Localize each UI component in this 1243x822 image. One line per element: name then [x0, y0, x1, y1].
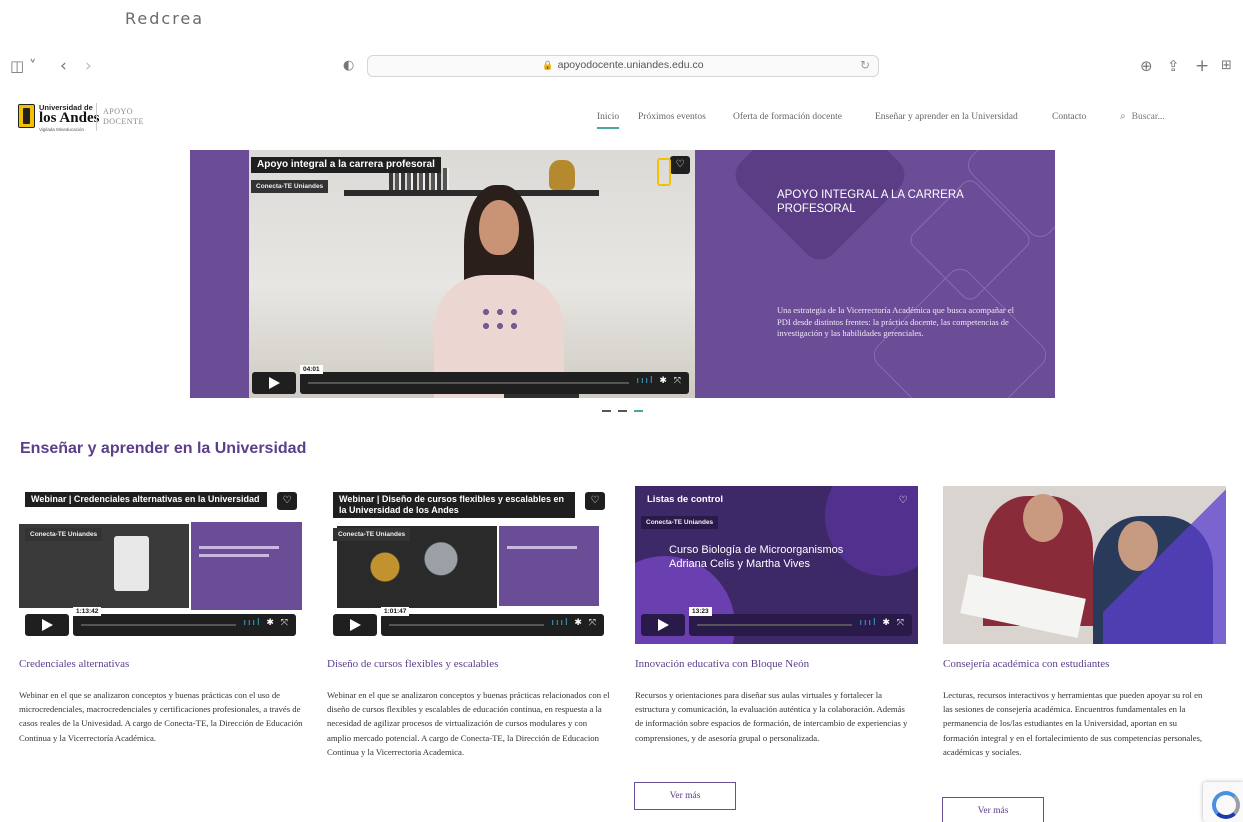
fullscreen-icon: ⤧: [280, 618, 290, 628]
url-text: apoyodocente.uniandes.edu.co: [557, 59, 704, 71]
tab-grid-icon[interactable]: ⊞: [1221, 56, 1232, 76]
plus-icon[interactable]: +: [1195, 56, 1209, 76]
chevron-left-icon[interactable]: ‹: [60, 56, 67, 76]
logo-separator: [96, 103, 97, 131]
card-2-title[interactable]: Diseño de cursos flexibles y escalables: [327, 658, 498, 670]
card-3-body: Recursos y orientaciones para diseñar su…: [635, 690, 908, 743]
card-2-video-title[interactable]: Webinar | Diseño de cursos flexibles y e…: [333, 492, 575, 518]
heart-icon[interactable]: ♡: [277, 492, 297, 510]
hero-video-controls: ıııl ✱ ⤧ 04:01: [252, 365, 689, 394]
nav-inicio[interactable]: Inicio: [597, 112, 620, 129]
uniandes-logo-icon: [18, 104, 35, 128]
carousel-dot-2[interactable]: [618, 410, 627, 412]
card-video-diseno-cursos[interactable]: Webinar | Diseño de cursos flexibles y e…: [327, 486, 610, 644]
hero-video-channel[interactable]: Conecta-TE Uniandes: [251, 180, 329, 193]
chevron-right-icon[interactable]: ›: [85, 56, 92, 76]
settings-icon: ✱: [659, 376, 669, 386]
card-4-body: Lecturas, recursos interactivos y herram…: [943, 690, 1203, 757]
video-duration: 04:01: [300, 365, 323, 374]
card-image-consejeria[interactable]: [943, 486, 1226, 644]
card-1-video-title[interactable]: Webinar | Credenciales alternativas en l…: [25, 492, 267, 507]
search-icon: ⌕: [1120, 111, 1126, 122]
card-video-bloque-neon[interactable]: Listas de control ♡ Conecta-TE Uniandes …: [635, 486, 918, 644]
hero-heading: APOYO INTEGRAL A LA CARRERA PROFESORAL: [777, 189, 964, 215]
presenter-image: [424, 185, 579, 398]
browser-toolbar: ◫ ˅ ‹ › ◐ 🔒 apoyodocente.uniandes.edu.co …: [0, 52, 1243, 80]
play-button[interactable]: [252, 372, 296, 394]
sidebar-icon[interactable]: ◫ ˅: [10, 56, 36, 76]
card-3-ver-mas-button[interactable]: Ver más: [634, 782, 736, 810]
card-1-video-controls: ıııl ✱ ⤧ 1:13:42: [25, 607, 296, 636]
reload-icon[interactable]: ↻: [860, 58, 870, 72]
search-placeholder: Buscar...: [1131, 112, 1165, 122]
hero-banner: Apoyo integral a la carrera profesoral C…: [190, 150, 1055, 398]
privacy-shield-icon[interactable]: ◐: [343, 56, 354, 76]
card-3-video-channel[interactable]: Conecta-TE Uniandes: [641, 516, 719, 529]
video-duration: 1:13:42: [73, 607, 102, 616]
video-duration: 13:23: [689, 607, 712, 616]
nav-oferta-formacion[interactable]: Oferta de formación docente: [733, 112, 842, 122]
logo-text-andes: los Andes: [39, 110, 100, 126]
card-1-video-channel[interactable]: Conecta-TE Uniandes: [25, 528, 103, 541]
heart-icon[interactable]: ♡: [893, 492, 913, 510]
card-2-video-controls: ıııl ✱ ⤧ 1:01:47: [333, 607, 604, 636]
card-4-ver-mas-button[interactable]: Ver más: [942, 797, 1044, 822]
settings-icon: ✱: [266, 618, 276, 628]
recaptcha-badge-icon[interactable]: [1203, 782, 1243, 822]
card-2-video-channel[interactable]: Conecta-TE Uniandes: [333, 528, 411, 541]
volume-icon: ıııl: [859, 618, 878, 628]
logo-apoyo-docente: APOYO DOCENTE: [103, 107, 144, 126]
nav-contacto[interactable]: Contacto: [1052, 112, 1086, 122]
hero-description: Una estrategia de la Vicerrectoría Acadé…: [777, 305, 1014, 338]
address-bar[interactable]: 🔒 apoyodocente.uniandes.edu.co ↻: [367, 55, 879, 77]
card-3-video-controls: ıııl ✱ ⤧ 13:23: [641, 607, 912, 636]
carousel-dot-1[interactable]: [602, 410, 611, 412]
section-title: Enseñar y aprender en la Universidad: [20, 440, 307, 457]
hero-video-player[interactable]: Apoyo integral a la carrera profesoral C…: [249, 150, 695, 398]
lock-icon: 🔒: [542, 60, 554, 70]
volume-icon: ıııl: [636, 376, 655, 386]
card-video-credenciales[interactable]: Webinar | Credenciales alternativas en l…: [19, 486, 302, 644]
card-1-body: Webinar en el que se analizaron concepto…: [19, 690, 303, 743]
nav-ensenar-aprender[interactable]: Enseñar y aprender en la Universidad: [875, 112, 1018, 122]
uniandes-mark-icon: [657, 158, 671, 186]
volume-icon: ıııl: [243, 618, 262, 628]
heart-icon[interactable]: ♡: [670, 156, 690, 174]
page-caption: Redcrea: [125, 9, 205, 28]
play-button[interactable]: [333, 614, 377, 636]
fullscreen-icon: ⤧: [896, 618, 906, 628]
play-button[interactable]: [641, 614, 685, 636]
heart-icon[interactable]: ♡: [585, 492, 605, 510]
video-progress-track[interactable]: ıııl ✱ ⤧: [689, 614, 912, 636]
site-logo[interactable]: Universidad de los Andes Vigilada Minedu…: [18, 103, 158, 132]
share-icon[interactable]: ⇪: [1167, 56, 1180, 76]
card-3-video-overlay: Curso Biología de Microorganismos Adrian…: [669, 544, 844, 570]
carousel-dot-3[interactable]: [634, 410, 643, 412]
hero-video-title[interactable]: Apoyo integral a la carrera profesoral: [251, 157, 441, 173]
card-3-title[interactable]: Innovación educativa con Bloque Neón: [635, 658, 809, 670]
card-2-body: Webinar en el que se analizaron concepto…: [327, 690, 610, 757]
fullscreen-icon: ⤧: [673, 376, 683, 386]
volume-icon: ıııl: [551, 618, 570, 628]
card-4-title[interactable]: Consejería académica con estudiantes: [943, 658, 1109, 670]
video-progress-track[interactable]: ıııl ✱ ⤧: [300, 372, 689, 394]
settings-icon: ✱: [882, 618, 892, 628]
search-box[interactable]: ⌕ Buscar...: [1120, 111, 1165, 122]
hero-text-panel: APOYO INTEGRAL A LA CARRERA PROFESORAL U…: [695, 150, 1055, 398]
play-button[interactable]: [25, 614, 69, 636]
card-3-video-title[interactable]: Listas de control: [641, 492, 729, 507]
video-progress-track[interactable]: ıııl ✱ ⤧: [73, 614, 296, 636]
video-progress-track[interactable]: ıııl ✱ ⤧: [381, 614, 604, 636]
card-1-title[interactable]: Credenciales alternativas: [19, 658, 129, 670]
nav-proximos-eventos[interactable]: Próximos eventos: [638, 112, 706, 122]
settings-icon: ✱: [574, 618, 584, 628]
video-duration: 1:01:47: [381, 607, 410, 616]
download-icon[interactable]: ⊕: [1140, 56, 1153, 76]
fullscreen-icon: ⤧: [588, 618, 598, 628]
logo-text-vigilada: Vigilada Mineducación: [39, 127, 84, 132]
